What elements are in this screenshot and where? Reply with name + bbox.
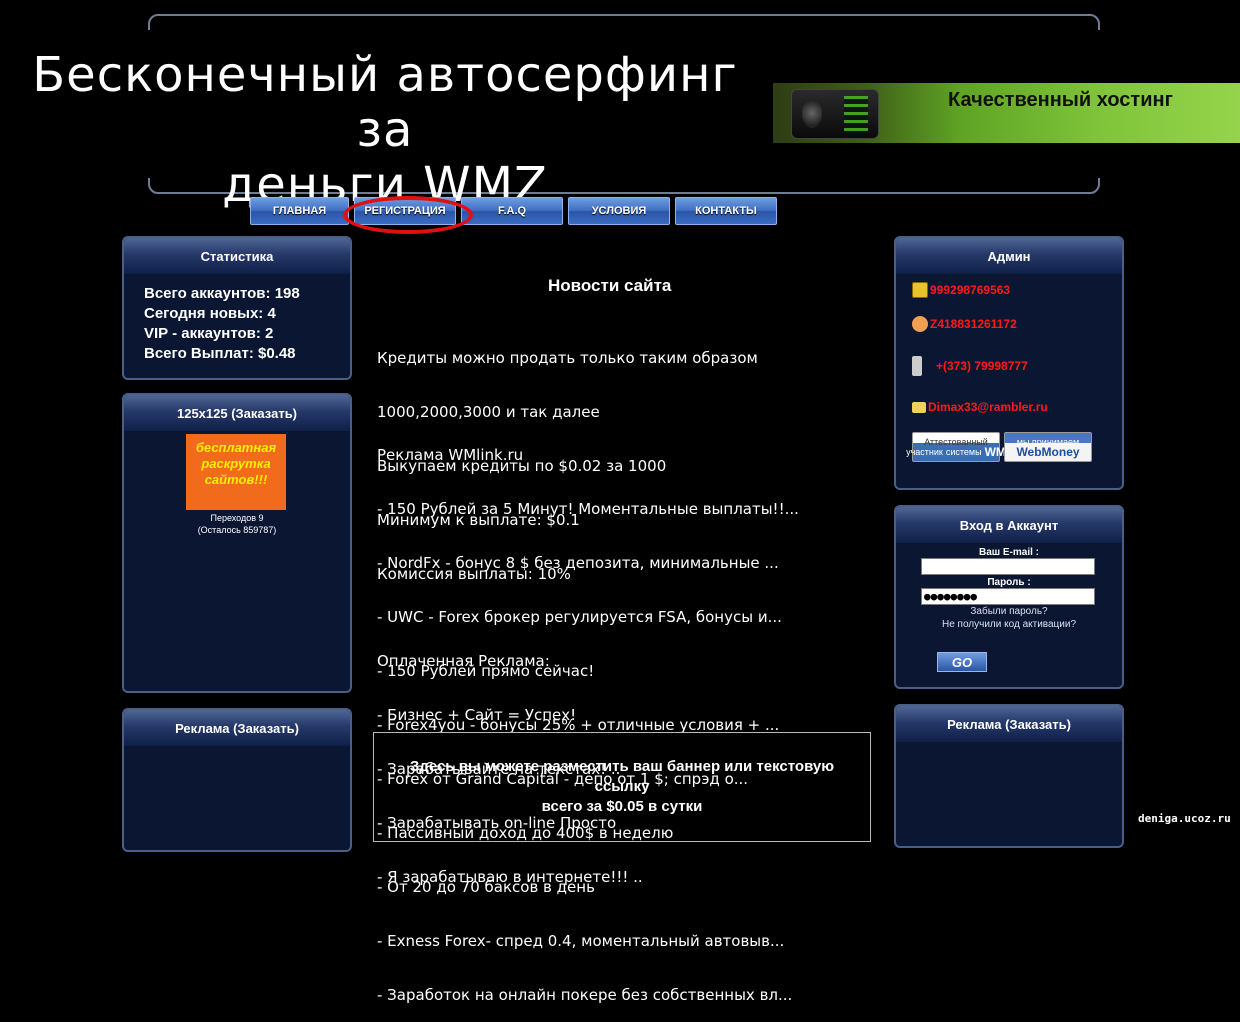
- nav-conditions[interactable]: УСЛОВИЯ: [568, 197, 670, 225]
- paid-ads-heading: Оплаченная Реклама:: [377, 652, 550, 670]
- wm-attest-line: системы: [945, 447, 982, 457]
- left-ads-title[interactable]: Реклама (Заказать): [124, 710, 350, 746]
- ad-link[interactable]: - Заработок на онлайн покере без собстве…: [377, 986, 799, 1004]
- email-address[interactable]: Dimax33@rambler.ru: [928, 400, 1048, 414]
- stats-title: Статистика: [124, 238, 350, 274]
- wm-attested-badge[interactable]: Аттестованный участник системы WM: [906, 432, 1006, 462]
- banner-offer-line: ссылку: [594, 778, 650, 795]
- ad125-stats: Переходов 9 (Осталось 859787): [123, 512, 351, 536]
- wm-attest-line: участник: [906, 447, 943, 457]
- ad125-remaining: (Осталось 859787): [197, 525, 277, 535]
- news-line: Кредиты можно продать только таким образ…: [377, 349, 758, 367]
- login-go-button[interactable]: GO: [937, 652, 987, 672]
- ad-link[interactable]: - Бизнес + Сайт = Успех!: [377, 706, 643, 724]
- phone-icon: [912, 356, 922, 376]
- wm-attest-sub: участник системы WM: [906, 445, 1006, 459]
- admin-title: Админ: [896, 238, 1122, 274]
- right-ads-panel: Реклама (Заказать): [894, 704, 1124, 848]
- stat-vip-accounts: VIP - аккаунтов: 2: [144, 325, 274, 342]
- email-input[interactable]: [921, 558, 1095, 575]
- ad125-banner[interactable]: бесплатная раскрутка сайтов!!!: [186, 434, 286, 510]
- admin-icq: 999298769563: [912, 282, 1010, 298]
- left-ads-panel: Реклама (Заказать): [122, 708, 352, 852]
- nav-home[interactable]: ГЛАВНАЯ: [250, 197, 349, 225]
- ad-link[interactable]: - 150 Рублей за 5 Минут! Моментальные вы…: [377, 500, 799, 518]
- forgot-password-link[interactable]: Забыли пароль?: [921, 606, 1097, 617]
- banner-offer-box[interactable]: Здесь вы можете разместить ваш баннер ил…: [373, 732, 871, 842]
- ad125-clicks: Переходов 9: [210, 513, 264, 523]
- wmlink-heading: Реклама WMlink.ru: [377, 446, 524, 464]
- login-title: Вход в Аккаунт: [896, 507, 1122, 543]
- hosting-ad-text: Качественный хостинг: [948, 89, 1173, 111]
- email-label: Ваш E-mail :: [978, 547, 1039, 558]
- hosting-ad-banner[interactable]: Качественный хостинг: [773, 83, 1240, 143]
- site-title: Бесконечный автосерфинг за деньги WMZ: [0, 48, 770, 213]
- banner-offer-price: всего за $0.05 в сутки: [541, 798, 703, 815]
- registration-highlight-circle: [343, 196, 473, 234]
- icq-icon: [912, 282, 928, 298]
- stat-total-accounts: Всего аккаунтов: 198: [144, 285, 300, 302]
- admin-phone: +(373) 79998777: [912, 356, 1028, 376]
- wm-logo: WM: [984, 445, 1006, 459]
- right-ads-title[interactable]: Реклама (Заказать): [896, 706, 1122, 742]
- nav-contacts[interactable]: КОНТАКТЫ: [675, 197, 777, 225]
- password-input[interactable]: ●●●●●●●●: [921, 588, 1095, 605]
- main-nav: ГЛАВНАЯ РЕГИСТРАЦИЯ F.A.Q УСЛОВИЯ КОНТАК…: [250, 197, 777, 225]
- resend-activation-link[interactable]: Не получили код активации?: [905, 619, 1113, 630]
- news-title: Новости сайта: [548, 276, 672, 295]
- admin-email[interactable]: Dimax33@rambler.ru: [912, 400, 1048, 414]
- site-domain: deniga.ucoz.ru: [1138, 812, 1231, 825]
- nav-faq[interactable]: F.A.Q: [461, 197, 563, 225]
- webmoney-purse-icon: [912, 316, 928, 332]
- wm-accept-badge[interactable]: мы принимаем WebMoney: [1004, 432, 1092, 462]
- ad125-title[interactable]: 125x125 (Заказать): [124, 395, 350, 431]
- stat-new-today: Сегодня новых: 4: [144, 305, 276, 322]
- site-title-line1: Бесконечный автосерфинг за: [32, 47, 738, 158]
- stat-total-payouts: Всего Выплат: $0.48: [144, 345, 296, 362]
- wm-attest-text: Аттестованный: [924, 437, 988, 447]
- wmid-number: Z418831261172: [930, 317, 1017, 331]
- ad-link[interactable]: - Я зарабатываю в интернете!!! ..: [377, 868, 643, 886]
- icq-number: 999298769563: [930, 283, 1011, 297]
- admin-wmid: Z418831261172: [912, 316, 1017, 332]
- password-label: Пароль :: [987, 577, 1031, 588]
- ad-link[interactable]: - NordFx - бонус 8 $ без депозита, миним…: [377, 554, 799, 572]
- envelope-icon: [912, 401, 926, 413]
- stats-panel: Статистика Всего аккаунтов: 198 Сегодня …: [122, 236, 352, 380]
- banner-offer-line: Здесь вы можете разместить ваш баннер ил…: [409, 758, 835, 775]
- server-icon: [791, 89, 879, 139]
- webmoney-logo: WebMoney: [1016, 445, 1080, 459]
- phone-number: +(373) 79998777: [936, 359, 1028, 373]
- ad-link[interactable]: - Exness Forex- спред 0.4, моментальный …: [377, 932, 799, 950]
